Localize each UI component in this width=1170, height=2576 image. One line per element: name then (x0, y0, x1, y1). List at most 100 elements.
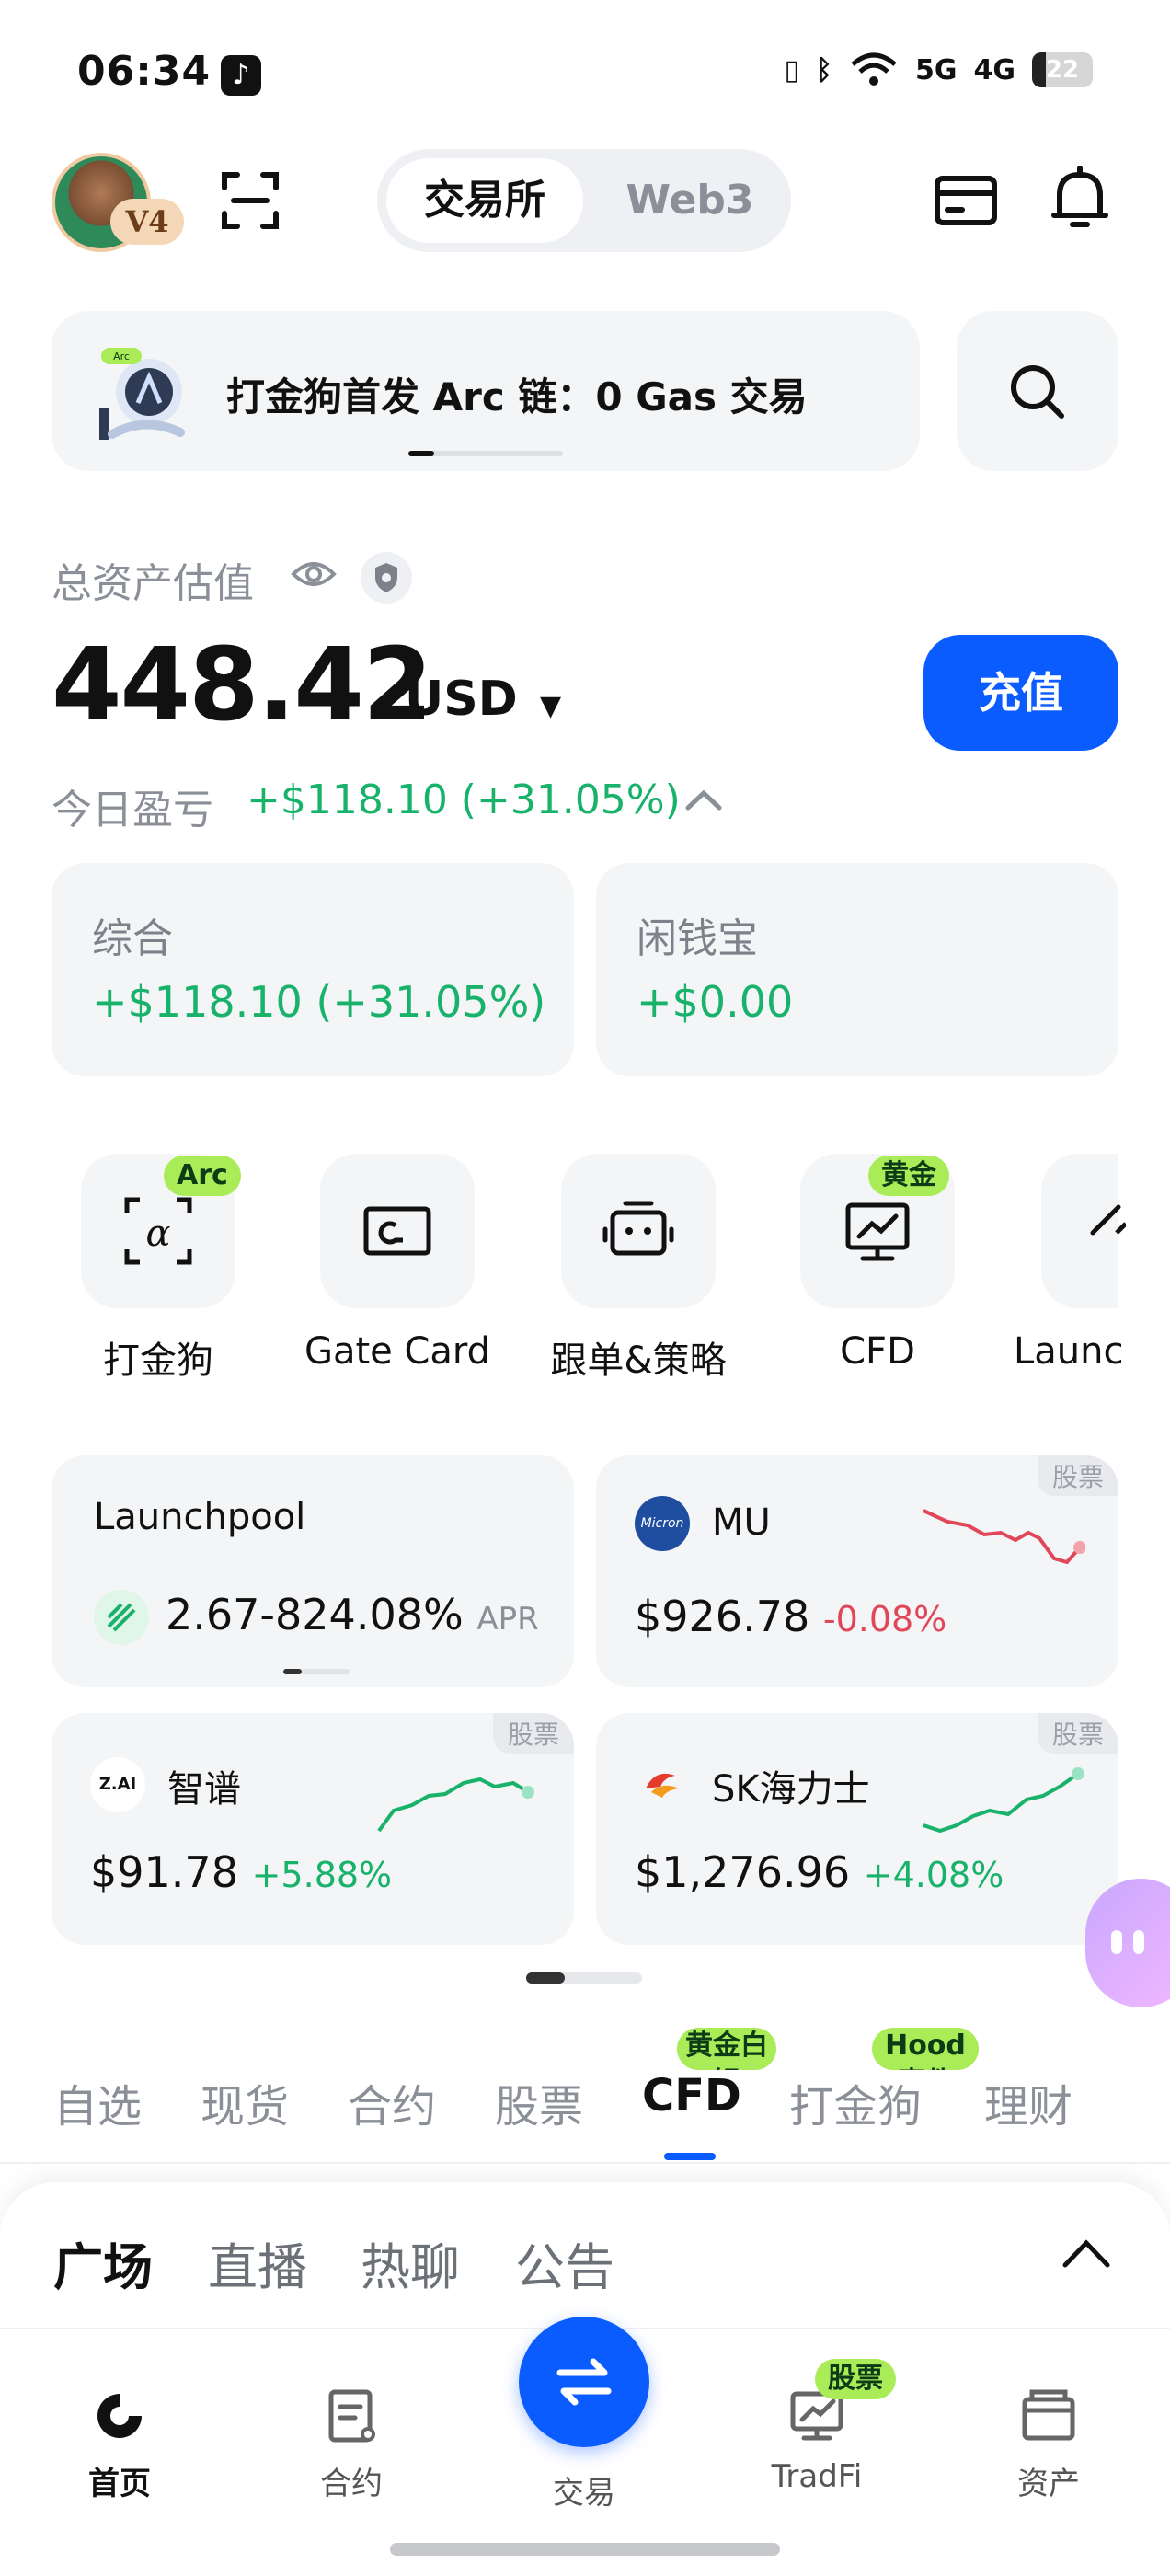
qa-label: Launc (1014, 1330, 1124, 1373)
stat-value: +$0.00 (637, 977, 794, 1027)
launchpool-card[interactable]: Launchpool 2.67-824.08% APR (52, 1455, 574, 1687)
tab-dajingou[interactable]: 打金狗 (789, 2070, 922, 2134)
feed-tab-square[interactable]: 广场 (53, 2226, 153, 2299)
banner-pager (408, 451, 563, 456)
nav-tradfi[interactable]: TradFi (734, 2383, 900, 2495)
signal-4g-icon: 4G (973, 53, 1016, 86)
total-assets-label: 总资产估值 (52, 560, 254, 607)
nav-label: 首页 (88, 2466, 151, 2502)
launchpool-apr: 2.67-824.08% APR (166, 1590, 539, 1639)
stock-change: -0.08% (822, 1599, 947, 1639)
chevron-up-icon[interactable] (682, 782, 725, 819)
stock-card-mu[interactable]: 股票 Micron MU $926.78 -0.08% (596, 1455, 1118, 1687)
stat-value: +$118.10 (+31.05%) (92, 977, 546, 1027)
vibrate-icon: ▯ (784, 53, 799, 86)
arc-chain-promo-icon: Arc (99, 348, 185, 440)
daily-pnl-label: 今日盈亏 (52, 787, 213, 834)
nav-assets[interactable]: 资产 (966, 2383, 1131, 2503)
bell-icon[interactable] (1050, 166, 1109, 232)
qa-label: 打金狗 (103, 1340, 213, 1382)
nav-label-trade[interactable]: 交易 (497, 2467, 671, 2513)
eye-icon[interactable] (291, 556, 337, 592)
stock-change: +5.88% (251, 1855, 393, 1895)
launch-icon (1090, 1204, 1126, 1236)
quick-action-gate-card[interactable] (320, 1154, 475, 1308)
gate-card-icon (363, 1206, 431, 1256)
trade-button[interactable] (519, 2317, 649, 2447)
tab-watchlist[interactable]: 自选 (53, 2070, 142, 2134)
micron-logo: Micron (635, 1496, 690, 1551)
tab-stocks[interactable]: 股票 (495, 2070, 583, 2134)
stock-price-row: $926.78 -0.08% (635, 1592, 946, 1641)
stock-tag: 股票 (1037, 1455, 1118, 1496)
tab-cfd[interactable]: CFD (642, 2070, 741, 2122)
segment-web3[interactable]: Web3 (598, 158, 782, 243)
qa-label: Gate Card (304, 1330, 491, 1373)
deposit-button[interactable]: 充值 (923, 635, 1118, 751)
caret-down-icon: ▼ (539, 690, 562, 722)
battery-icon: 22 (1032, 52, 1093, 87)
quick-action-launch[interactable] (1041, 1154, 1126, 1308)
status-time: 06:34 (77, 48, 212, 95)
launchpool-pager (283, 1669, 350, 1674)
cat-tag-hood-event: Hood事件 (872, 2028, 979, 2070)
banner-art-tag: Arc (113, 351, 130, 362)
signal-5g-icon: 5G (915, 53, 958, 86)
level-badge: V4 (110, 199, 184, 245)
copy-trade-icon (602, 1201, 674, 1256)
market-cards-pager (526, 1972, 642, 1984)
feed-tab-hot-chat[interactable]: 热聊 (361, 2226, 460, 2299)
wallet-icon (1022, 2389, 1075, 2441)
tiktok-notification-icon: ♪ (221, 55, 261, 96)
tab-earn[interactable]: 理财 (984, 2070, 1072, 2134)
stat-card-idle-money[interactable]: 闲钱宝 +$0.00 (596, 863, 1118, 1076)
quick-action-copy-trade[interactable] (561, 1154, 716, 1308)
tab-spot[interactable]: 现货 (201, 2070, 289, 2134)
swap-arrows-icon (556, 2358, 612, 2406)
banner-text[interactable]: 打金狗首发 Arc 链：0 Gas 交易 (226, 366, 808, 422)
svg-text:α: α (145, 1213, 170, 1255)
stat-title: 闲钱宝 (637, 915, 758, 962)
stat-card-overall[interactable]: 综合 +$118.10 (+31.05%) (52, 863, 574, 1076)
stock-price-row: $1,276.96 +4.08% (635, 1847, 1004, 1897)
launchpool-icon (94, 1590, 149, 1645)
bluetooth-icon: ᛒ (816, 53, 832, 86)
skhynix-logo (646, 1773, 679, 1798)
stock-card-zhipu[interactable]: 股票 Z.AI 智谱 $91.78 +5.88% (52, 1713, 574, 1945)
currency-label: USD (405, 672, 518, 727)
daily-pnl-value: +$118.10 (+31.05%) (247, 776, 681, 823)
zai-logo: Z.AI (90, 1757, 145, 1812)
card-icon[interactable] (935, 173, 997, 228)
zhipu-sparkline (377, 1777, 534, 1833)
mu-sparkline (923, 1509, 1085, 1565)
scan-icon[interactable] (221, 171, 280, 230)
qa-tag-gold: 黄金 (868, 1156, 949, 1196)
nav-tag-stocks: 股票 (815, 2359, 896, 2399)
qa-label: 跟单&策略 (550, 1340, 727, 1382)
divider (0, 2162, 1170, 2164)
dajingou-icon: α (124, 1197, 192, 1265)
skhynix-sparkline (923, 1767, 1084, 1834)
home-indicator (390, 2543, 780, 2556)
stat-title: 综合 (92, 915, 173, 962)
active-tab-indicator (664, 2153, 716, 2160)
stock-price: $91.78 (90, 1847, 238, 1897)
qa-tag-arc: Arc (164, 1156, 241, 1196)
total-balance: 448.42 (52, 626, 432, 743)
currency-selector[interactable]: USD ▼ (405, 672, 561, 727)
feed-tab-announcements[interactable]: 公告 (515, 2226, 614, 2299)
tab-futures[interactable]: 合约 (348, 2070, 436, 2134)
stock-card-skhynix[interactable]: 股票 SK海力士 $1,276.96 +4.08% (596, 1713, 1118, 1945)
nav-contract[interactable]: 合约 (269, 2383, 434, 2503)
nav-home[interactable]: 首页 (37, 2383, 202, 2503)
shield-icon[interactable] (361, 552, 412, 604)
assistant-bot-icon[interactable] (1085, 1879, 1170, 2007)
chevron-up-icon[interactable] (1058, 2230, 1115, 2278)
contract-icon (328, 2389, 375, 2443)
stock-tag: 股票 (492, 1713, 574, 1754)
nav-label: 资产 (1017, 2466, 1080, 2502)
home-icon (98, 2394, 142, 2438)
feed-tab-live[interactable]: 直播 (208, 2226, 307, 2299)
search-button[interactable] (957, 311, 1118, 471)
segment-exchange[interactable]: 交易所 (386, 158, 583, 243)
